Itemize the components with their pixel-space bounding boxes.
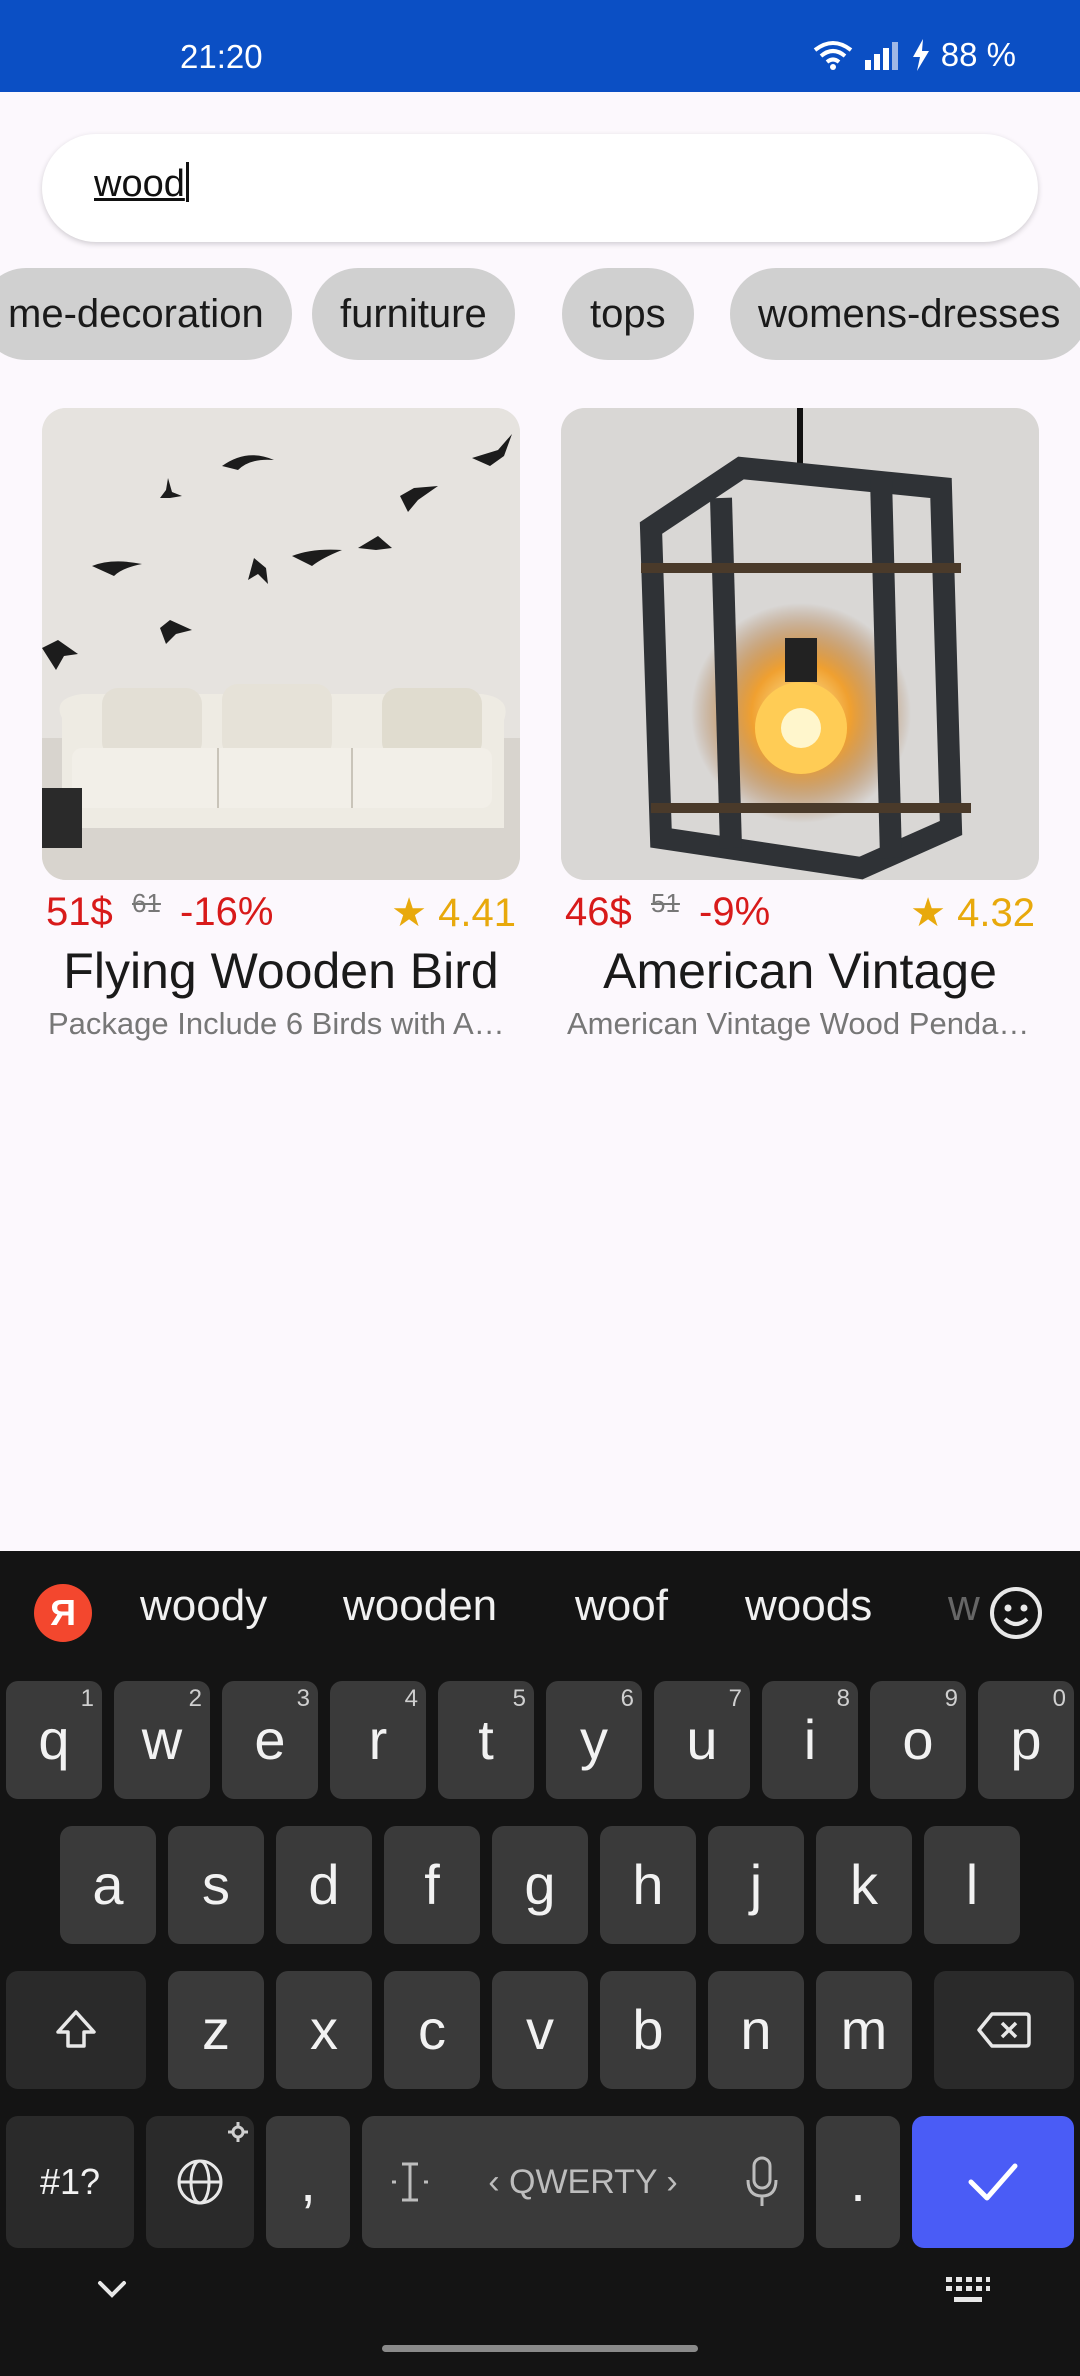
comma-key[interactable]: , — [266, 2116, 350, 2248]
chip-furniture[interactable]: furniture — [312, 268, 515, 360]
keyboard-switch-icon[interactable] — [944, 2275, 992, 2307]
key-t[interactable]: t5 — [438, 1681, 534, 1799]
key-o[interactable]: o9 — [870, 1681, 966, 1799]
home-indicator[interactable] — [382, 2345, 698, 2352]
product-title: Flying Wooden Bird — [63, 943, 499, 999]
key-m[interactable]: m — [816, 1971, 912, 2089]
status-bar: 21:20 88 % — [0, 0, 1080, 92]
language-key[interactable] — [146, 2116, 254, 2248]
suggestion-item[interactable]: woody — [140, 1581, 267, 1631]
product-title: American Vintage — [603, 943, 997, 999]
old-price: 61 — [132, 888, 161, 918]
product-description: American Vintage Wood Pendant Light — [567, 1006, 1039, 1041]
price-row: 51$ 61 -16% ★ 4.41 — [42, 882, 520, 938]
key-j[interactable]: j — [708, 1826, 804, 1944]
key-v[interactable]: v — [492, 1971, 588, 2089]
key-c[interactable]: c — [384, 1971, 480, 2089]
backspace-key[interactable] — [934, 1971, 1074, 2089]
suggestion-item[interactable]: wooden — [343, 1581, 497, 1631]
enter-key[interactable] — [912, 2116, 1074, 2248]
key-l[interactable]: l — [924, 1826, 1020, 1944]
chip-tops[interactable]: tops — [562, 268, 694, 360]
search-input[interactable]: wood — [42, 134, 1038, 242]
chip-womens-dresses[interactable]: womens-dresses — [730, 268, 1080, 360]
yandex-logo-icon[interactable]: Я — [34, 1584, 92, 1642]
product-card[interactable]: 51$ 61 -16% ★ 4.41 Flying Wooden Bird Pa… — [42, 408, 520, 1042]
product-image — [42, 408, 520, 880]
suggestion-item[interactable]: w — [948, 1581, 980, 1631]
key-k[interactable]: k — [816, 1826, 912, 1944]
product-image — [561, 408, 1039, 880]
category-chips: me-decoration furniture tops womens-dres… — [0, 268, 1080, 360]
key-h[interactable]: h — [600, 1826, 696, 1944]
key-d[interactable]: d — [276, 1826, 372, 1944]
key-y[interactable]: y6 — [546, 1681, 642, 1799]
settings-icon — [228, 2122, 248, 2142]
space-label: ‹ QWERTY › — [488, 2163, 678, 2201]
key-a[interactable]: a — [60, 1826, 156, 1944]
suggestion-item[interactable]: woof — [575, 1581, 668, 1631]
microphone-icon[interactable] — [744, 2156, 780, 2208]
status-icons: 88 % — [813, 36, 1016, 74]
key-n[interactable]: n — [708, 1971, 804, 2089]
emoji-icon[interactable] — [988, 1585, 1044, 1641]
product-card[interactable]: 46$ 51 -9% ★ 4.32 American Vintage Ameri… — [561, 408, 1039, 1042]
key-r[interactable]: r4 — [330, 1681, 426, 1799]
shift-icon — [56, 2010, 96, 2048]
key-p[interactable]: p0 — [978, 1681, 1074, 1799]
suggestion-bar: Я woody wooden woof woods w — [0, 1551, 1080, 1675]
period-key[interactable]: . — [816, 2116, 900, 2248]
discount: -16% — [180, 890, 274, 934]
symbols-key[interactable]: #1? — [6, 2116, 134, 2248]
signal-icon — [864, 42, 898, 70]
price-row: 46$ 51 -9% ★ 4.32 — [561, 882, 1039, 938]
shift-key[interactable] — [6, 1971, 146, 2089]
key-b[interactable]: b — [600, 1971, 696, 2089]
text-caret — [185, 162, 189, 202]
key-i[interactable]: i8 — [762, 1681, 858, 1799]
key-f[interactable]: f — [384, 1826, 480, 1944]
key-e[interactable]: e3 — [222, 1681, 318, 1799]
product-description: Package Include 6 Birds with Adhesive Ta… — [48, 1006, 520, 1041]
navigation-bar — [0, 2245, 1080, 2376]
key-z[interactable]: z — [168, 1971, 264, 2089]
price: 51$ — [46, 890, 113, 934]
key-g[interactable]: g — [492, 1826, 588, 1944]
battery-level: 88 % — [940, 36, 1016, 73]
soft-keyboard: Я woody wooden woof woods w q1 w2 e3 r4 … — [0, 1551, 1080, 2376]
globe-icon — [177, 2159, 223, 2205]
status-time: 21:20 — [180, 38, 263, 75]
price: 46$ — [565, 890, 632, 934]
key-u[interactable]: u7 — [654, 1681, 750, 1799]
key-w[interactable]: w2 — [114, 1681, 210, 1799]
rating: ★ 4.32 — [910, 891, 1035, 935]
hide-keyboard-icon[interactable] — [92, 2275, 132, 2303]
key-q[interactable]: q1 — [6, 1681, 102, 1799]
wifi-icon — [813, 41, 853, 70]
key-s[interactable]: s — [168, 1826, 264, 1944]
charging-icon — [912, 39, 929, 71]
backspace-icon — [977, 2012, 1031, 2048]
chip-home-decoration[interactable]: me-decoration — [0, 268, 292, 360]
rating: ★ 4.41 — [391, 891, 516, 935]
suggestion-item[interactable]: woods — [745, 1581, 872, 1631]
discount: -9% — [699, 890, 771, 934]
search-query: wood — [94, 163, 185, 205]
space-key[interactable]: ‹ QWERTY › — [362, 2116, 804, 2248]
key-x[interactable]: x — [276, 1971, 372, 2089]
old-price: 51 — [651, 888, 680, 918]
checkmark-icon — [968, 2163, 1018, 2201]
